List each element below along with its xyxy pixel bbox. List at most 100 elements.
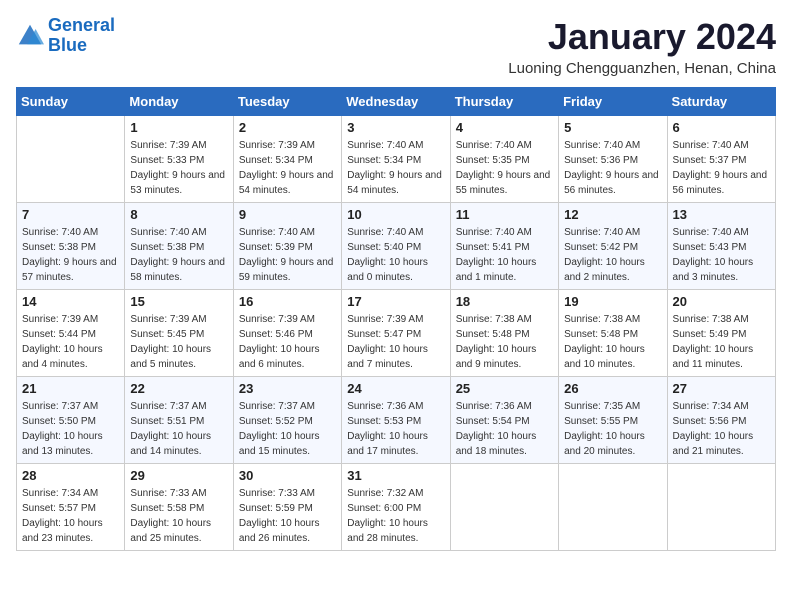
day-info: Sunrise: 7:32 AMSunset: 6:00 PMDaylight:… <box>347 486 444 546</box>
day-info: Sunrise: 7:39 AMSunset: 5:44 PMDaylight:… <box>22 312 119 372</box>
day-info: Sunrise: 7:40 AMSunset: 5:36 PMDaylight:… <box>564 138 661 198</box>
logo-icon <box>16 22 44 50</box>
day-number: 16 <box>239 294 336 309</box>
day-info: Sunrise: 7:37 AMSunset: 5:52 PMDaylight:… <box>239 399 336 459</box>
day-number: 11 <box>456 207 553 222</box>
day-number: 13 <box>673 207 770 222</box>
day-info: Sunrise: 7:40 AMSunset: 5:41 PMDaylight:… <box>456 225 553 285</box>
logo-text: General Blue <box>48 16 115 56</box>
day-info: Sunrise: 7:34 AMSunset: 5:57 PMDaylight:… <box>22 486 119 546</box>
day-number: 31 <box>347 468 444 483</box>
calendar-day-cell: 3Sunrise: 7:40 AMSunset: 5:34 PMDaylight… <box>342 116 450 203</box>
day-number: 25 <box>456 381 553 396</box>
day-info: Sunrise: 7:39 AMSunset: 5:46 PMDaylight:… <box>239 312 336 372</box>
day-info: Sunrise: 7:39 AMSunset: 5:33 PMDaylight:… <box>130 138 227 198</box>
calendar-day-cell: 18 Sunrise: 7:38 AMSunset: 5:48 PMDayligh… <box>450 290 558 377</box>
day-number: 21 <box>22 381 119 396</box>
calendar-day-cell: 26 Sunrise: 7:35 AMSunset: 5:55 PMDayligh… <box>559 377 667 464</box>
day-info: Sunrise: 7:38 AMSunset: 5:49 PMDaylight:… <box>673 312 770 372</box>
day-info: Sunrise: 7:40 AMSunset: 5:42 PMDaylight:… <box>564 225 661 285</box>
calendar-day-cell: 19 Sunrise: 7:38 AMSunset: 5:48 PMDayligh… <box>559 290 667 377</box>
day-info: Sunrise: 7:39 AMSunset: 5:34 PMDaylight:… <box>239 138 336 198</box>
day-info: Sunrise: 7:39 AMSunset: 5:47 PMDaylight:… <box>347 312 444 372</box>
day-number: 8 <box>130 207 227 222</box>
day-number: 9 <box>239 207 336 222</box>
calendar-week-row: 14 Sunrise: 7:39 AMSunset: 5:44 PMDayligh… <box>17 290 776 377</box>
day-info: Sunrise: 7:38 AMSunset: 5:48 PMDaylight:… <box>564 312 661 372</box>
calendar-day-cell: 8Sunrise: 7:40 AMSunset: 5:38 PMDaylight… <box>125 203 233 290</box>
calendar-header-row: SundayMondayTuesdayWednesdayThursdayFrid… <box>17 88 776 116</box>
day-info: Sunrise: 7:40 AMSunset: 5:34 PMDaylight:… <box>347 138 444 198</box>
calendar-day-cell: 6 Sunrise: 7:40 AMSunset: 5:37 PMDaylight… <box>667 116 775 203</box>
weekday-header: Thursday <box>450 88 558 116</box>
day-number: 15 <box>130 294 227 309</box>
page-header: General Blue January 2024 Luoning Chengg… <box>16 16 776 77</box>
day-number: 22 <box>130 381 227 396</box>
calendar-day-cell: 13 Sunrise: 7:40 AMSunset: 5:43 PMDayligh… <box>667 203 775 290</box>
calendar-day-cell: 20 Sunrise: 7:38 AMSunset: 5:49 PMDayligh… <box>667 290 775 377</box>
day-info: Sunrise: 7:40 AMSunset: 5:43 PMDaylight:… <box>673 225 770 285</box>
weekday-header: Tuesday <box>233 88 341 116</box>
day-number: 5 <box>564 120 661 135</box>
day-number: 19 <box>564 294 661 309</box>
calendar-day-cell: 1 Sunrise: 7:39 AMSunset: 5:33 PMDaylight… <box>125 116 233 203</box>
calendar-day-cell: 27 Sunrise: 7:34 AMSunset: 5:56 PMDayligh… <box>667 377 775 464</box>
day-number: 30 <box>239 468 336 483</box>
logo-blue: Blue <box>48 35 87 55</box>
calendar-day-cell: 2 Sunrise: 7:39 AMSunset: 5:34 PMDaylight… <box>233 116 341 203</box>
calendar-week-row: 1 Sunrise: 7:39 AMSunset: 5:33 PMDaylight… <box>17 116 776 203</box>
day-number: 17 <box>347 294 444 309</box>
calendar-day-cell: 31 Sunrise: 7:32 AMSunset: 6:00 PMDayligh… <box>342 464 450 551</box>
calendar-day-cell <box>559 464 667 551</box>
day-number: 7 <box>22 207 119 222</box>
day-info: Sunrise: 7:40 AMSunset: 5:38 PMDaylight:… <box>22 225 119 285</box>
calendar-day-cell: 7 Sunrise: 7:40 AMSunset: 5:38 PMDaylight… <box>17 203 125 290</box>
calendar-day-cell: 23 Sunrise: 7:37 AMSunset: 5:52 PMDayligh… <box>233 377 341 464</box>
calendar-day-cell: 29Sunrise: 7:33 AMSunset: 5:58 PMDayligh… <box>125 464 233 551</box>
weekday-header: Saturday <box>667 88 775 116</box>
calendar-day-cell: 9Sunrise: 7:40 AMSunset: 5:39 PMDaylight… <box>233 203 341 290</box>
calendar-day-cell: 22 Sunrise: 7:37 AMSunset: 5:51 PMDayligh… <box>125 377 233 464</box>
calendar-day-cell: 14 Sunrise: 7:39 AMSunset: 5:44 PMDayligh… <box>17 290 125 377</box>
day-info: Sunrise: 7:40 AMSunset: 5:40 PMDaylight:… <box>347 225 444 285</box>
calendar-day-cell: 30 Sunrise: 7:33 AMSunset: 5:59 PMDayligh… <box>233 464 341 551</box>
weekday-header: Sunday <box>17 88 125 116</box>
calendar-day-cell: 15 Sunrise: 7:39 AMSunset: 5:45 PMDayligh… <box>125 290 233 377</box>
calendar-week-row: 21 Sunrise: 7:37 AMSunset: 5:50 PMDayligh… <box>17 377 776 464</box>
logo-general: General <box>48 15 115 35</box>
day-info: Sunrise: 7:36 AMSunset: 5:53 PMDaylight:… <box>347 399 444 459</box>
day-info: Sunrise: 7:38 AMSunset: 5:48 PMDaylight:… <box>456 312 553 372</box>
day-info: Sunrise: 7:40 AMSunset: 5:35 PMDaylight:… <box>456 138 553 198</box>
day-number: 28 <box>22 468 119 483</box>
calendar-day-cell <box>17 116 125 203</box>
calendar-day-cell: 25 Sunrise: 7:36 AMSunset: 5:54 PMDayligh… <box>450 377 558 464</box>
calendar-week-row: 7 Sunrise: 7:40 AMSunset: 5:38 PMDaylight… <box>17 203 776 290</box>
calendar-day-cell: 5 Sunrise: 7:40 AMSunset: 5:36 PMDaylight… <box>559 116 667 203</box>
day-number: 2 <box>239 120 336 135</box>
day-info: Sunrise: 7:36 AMSunset: 5:54 PMDaylight:… <box>456 399 553 459</box>
day-number: 14 <box>22 294 119 309</box>
calendar-day-cell: 10Sunrise: 7:40 AMSunset: 5:40 PMDayligh… <box>342 203 450 290</box>
calendar-day-cell <box>667 464 775 551</box>
day-info: Sunrise: 7:34 AMSunset: 5:56 PMDaylight:… <box>673 399 770 459</box>
calendar-day-cell: 12Sunrise: 7:40 AMSunset: 5:42 PMDayligh… <box>559 203 667 290</box>
day-info: Sunrise: 7:39 AMSunset: 5:45 PMDaylight:… <box>130 312 227 372</box>
title-block: January 2024 Luoning Chengguanzhen, Hena… <box>508 16 776 77</box>
day-number: 18 <box>456 294 553 309</box>
day-info: Sunrise: 7:37 AMSunset: 5:50 PMDaylight:… <box>22 399 119 459</box>
calendar-day-cell: 17 Sunrise: 7:39 AMSunset: 5:47 PMDayligh… <box>342 290 450 377</box>
day-number: 1 <box>130 120 227 135</box>
day-info: Sunrise: 7:33 AMSunset: 5:59 PMDaylight:… <box>239 486 336 546</box>
day-info: Sunrise: 7:35 AMSunset: 5:55 PMDaylight:… <box>564 399 661 459</box>
day-info: Sunrise: 7:37 AMSunset: 5:51 PMDaylight:… <box>130 399 227 459</box>
day-number: 26 <box>564 381 661 396</box>
day-number: 6 <box>673 120 770 135</box>
calendar-day-cell <box>450 464 558 551</box>
day-info: Sunrise: 7:40 AMSunset: 5:37 PMDaylight:… <box>673 138 770 198</box>
day-number: 27 <box>673 381 770 396</box>
day-number: 20 <box>673 294 770 309</box>
weekday-header: Monday <box>125 88 233 116</box>
day-number: 23 <box>239 381 336 396</box>
page-title: January 2024 <box>508 16 776 58</box>
logo: General Blue <box>16 16 115 56</box>
